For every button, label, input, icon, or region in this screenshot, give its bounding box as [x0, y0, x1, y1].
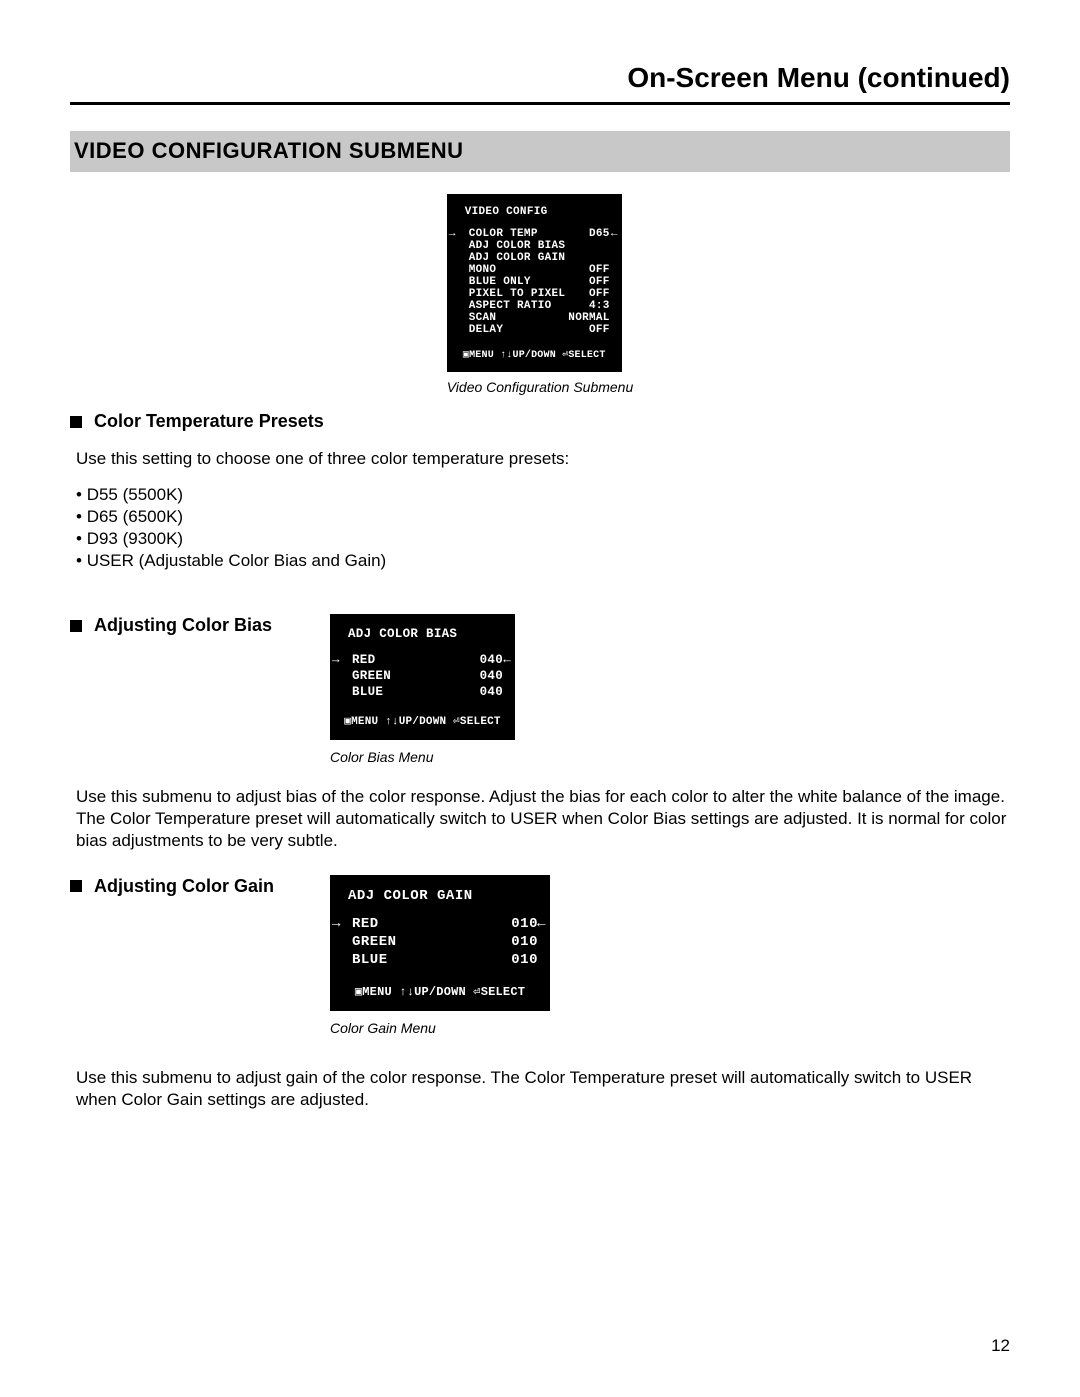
osd-hint: ▣MENU ↑↓UP/DOWN ⏎SELECT — [342, 714, 503, 730]
bullet-square-icon — [70, 880, 82, 892]
osd-row: ADJ COLOR GAIN — [459, 252, 610, 264]
osd-row: GREEN010 — [342, 933, 538, 951]
list-item: USER (Adjustable Color Bias and Gain) — [76, 550, 1010, 572]
osd-row: ADJ COLOR BIAS — [459, 240, 610, 252]
osd-row: BLUE010 — [342, 951, 538, 969]
osd-row: ASPECT RATIO4:3 — [459, 300, 610, 312]
page-title: On-Screen Menu (continued) — [70, 60, 1010, 105]
list-item: D93 (9300K) — [76, 528, 1010, 550]
osd-row: GREEN040 — [342, 668, 503, 684]
osd-label: COLOR TEMP — [469, 228, 538, 240]
osd-title: VIDEO CONFIG — [465, 206, 610, 218]
osd-row: → RED 040← — [342, 652, 503, 668]
osd-row: SCANNORMAL — [459, 312, 610, 324]
bullet-list: D55 (5500K) D65 (6500K) D93 (9300K) USER… — [76, 484, 1010, 572]
subsection-heading: Adjusting Color Bias — [94, 614, 272, 637]
osd-title: ADJ COLOR BIAS — [348, 626, 503, 642]
page-number: 12 — [991, 1335, 1010, 1357]
paragraph: Use this submenu to adjust gain of the c… — [76, 1067, 1010, 1111]
osd-value: D65 — [589, 228, 610, 240]
osd-row: → COLOR TEMP D65← — [459, 228, 610, 240]
osd-title: ADJ COLOR GAIN — [348, 887, 538, 905]
osd-row: → RED 010← — [342, 915, 538, 933]
list-item: D55 (5500K) — [76, 484, 1010, 506]
osd-hint: ▣MENU ↑↓UP/DOWN ⏎SELECT — [342, 983, 538, 1001]
bullet-square-icon — [70, 620, 82, 632]
bullet-square-icon — [70, 416, 82, 428]
osd-hint: ▣MENU ↑↓UP/DOWN ⏎SELECT — [459, 350, 610, 362]
paragraph: Use this setting to choose one of three … — [76, 448, 1010, 470]
subsection-heading: Color Temperature Presets — [94, 410, 324, 433]
osd-color-bias: ADJ COLOR BIAS → RED 040← GREEN040 BLUE0… — [330, 614, 515, 740]
section-banner: VIDEO CONFIGURATION SUBMENU — [70, 131, 1010, 172]
osd-caption: Video Configuration Submenu — [447, 378, 634, 396]
osd-row: BLUE040 — [342, 684, 503, 700]
osd-caption: Color Gain Menu — [330, 1019, 550, 1037]
list-item: D65 (6500K) — [76, 506, 1010, 528]
osd-color-gain: ADJ COLOR GAIN → RED 010← GREEN010 BLUE0… — [330, 875, 550, 1011]
osd-caption: Color Bias Menu — [330, 748, 515, 766]
subsection-heading: Adjusting Color Gain — [94, 875, 274, 898]
osd-video-config: VIDEO CONFIG → COLOR TEMP D65← ADJ COLOR… — [447, 194, 622, 372]
osd-row: PIXEL TO PIXELOFF — [459, 288, 610, 300]
osd-row: BLUE ONLYOFF — [459, 276, 610, 288]
osd-row: DELAYOFF — [459, 324, 610, 336]
osd-row: MONOOFF — [459, 264, 610, 276]
paragraph: Use this submenu to adjust bias of the c… — [76, 786, 1010, 852]
